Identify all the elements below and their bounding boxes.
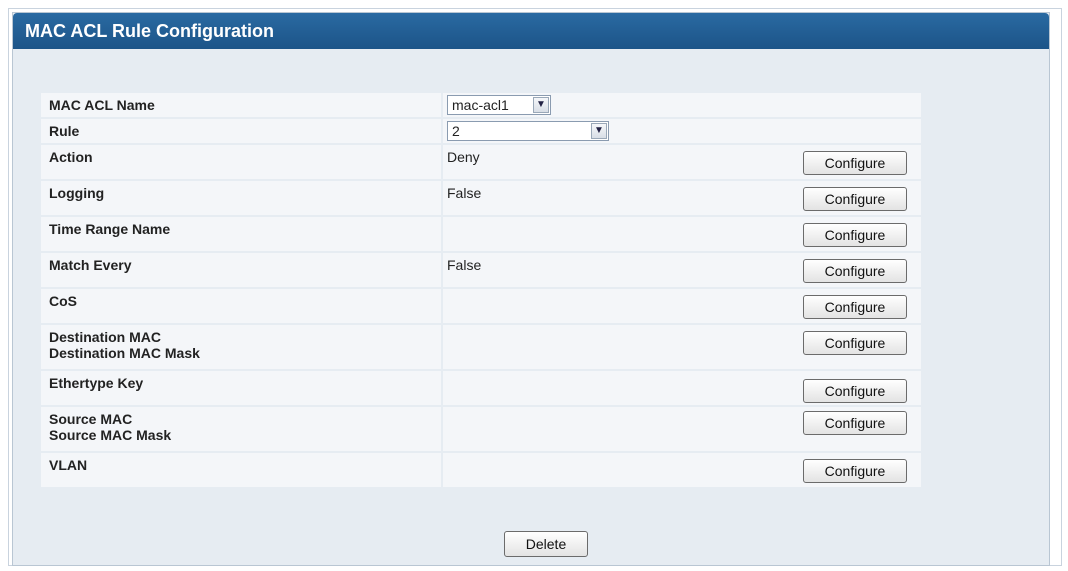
row-ethertype-key: Ethertype Key Configure — [41, 371, 921, 407]
mac-acl-name-selected: mac-acl1 — [452, 97, 509, 113]
rule-label: Rule — [49, 123, 80, 139]
rule-selected: 2 — [452, 123, 460, 139]
source-mac-label: Source MAC Source MAC Mask — [49, 411, 439, 443]
row-cos: CoS Configure — [41, 289, 921, 325]
configure-action-button[interactable]: Configure — [803, 151, 907, 175]
row-rule: Rule 2 ▼ — [41, 119, 921, 145]
configure-vlan-button[interactable]: Configure — [803, 459, 907, 483]
row-destination-mac: Destination MAC Destination MAC Mask Con… — [41, 325, 921, 371]
row-match-every: Match Every False Configure — [41, 253, 921, 289]
rule-select[interactable]: 2 ▼ — [447, 121, 609, 141]
row-time-range-name: Time Range Name Configure — [41, 217, 921, 253]
row-action: Action Deny Configure — [41, 145, 921, 181]
delete-button[interactable]: Delete — [504, 531, 588, 557]
panel-title: MAC ACL Rule Configuration — [13, 13, 1049, 49]
row-logging: Logging False Configure — [41, 181, 921, 217]
configure-ethertype-button[interactable]: Configure — [803, 379, 907, 403]
chevron-down-icon[interactable]: ▼ — [533, 97, 549, 113]
configure-source-mac-button[interactable]: Configure — [803, 411, 907, 435]
configure-destination-mac-button[interactable]: Configure — [803, 331, 907, 355]
source-mac-mask-label: Source MAC Mask — [49, 427, 172, 443]
time-range-name-label: Time Range Name — [49, 221, 171, 237]
logging-value: False — [447, 185, 482, 201]
mac-acl-rule-panel: MAC ACL Rule Configuration MAC ACL Name … — [12, 12, 1050, 566]
row-source-mac: Source MAC Source MAC Mask Configure — [41, 407, 921, 453]
mac-acl-name-select[interactable]: mac-acl1 ▼ — [447, 95, 551, 115]
configure-time-range-button[interactable]: Configure — [803, 223, 907, 247]
mac-acl-name-label: MAC ACL Name — [49, 97, 155, 113]
configure-cos-button[interactable]: Configure — [803, 295, 907, 319]
source-mac-label-line1: Source MAC — [49, 411, 133, 427]
action-value: Deny — [447, 149, 480, 165]
row-vlan: VLAN Configure — [41, 453, 921, 489]
destination-mac-label-line1: Destination MAC — [49, 329, 161, 345]
match-every-label: Match Every — [49, 257, 132, 273]
configure-match-every-button[interactable]: Configure — [803, 259, 907, 283]
destination-mac-label: Destination MAC Destination MAC Mask — [49, 329, 439, 361]
destination-mac-mask-label: Destination MAC Mask — [49, 345, 200, 361]
configure-logging-button[interactable]: Configure — [803, 187, 907, 211]
row-mac-acl-name: MAC ACL Name mac-acl1 ▼ — [41, 93, 921, 119]
ethertype-key-label: Ethertype Key — [49, 375, 144, 391]
vlan-label: VLAN — [49, 457, 88, 473]
action-label: Action — [49, 149, 93, 165]
match-every-value: False — [447, 257, 482, 273]
rule-config-table: MAC ACL Name mac-acl1 ▼ Rule 2 ▼ Action … — [41, 93, 921, 489]
logging-label: Logging — [49, 185, 105, 201]
chevron-down-icon[interactable]: ▼ — [591, 123, 607, 139]
cos-label: CoS — [49, 293, 77, 309]
